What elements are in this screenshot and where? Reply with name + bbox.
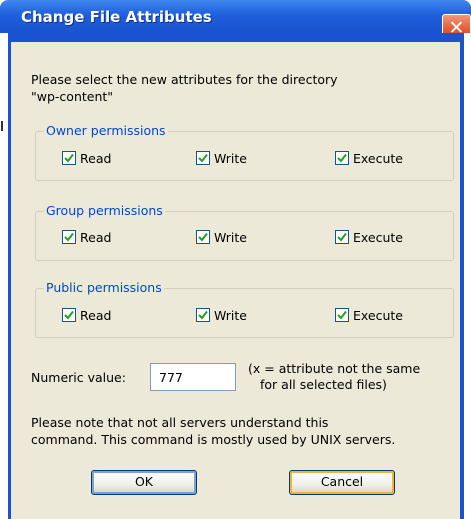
- checkmark-icon: [198, 232, 208, 242]
- group-permissions-legend: Group permissions: [44, 203, 165, 218]
- numeric-value-label: Numeric value:: [31, 370, 126, 385]
- public-permissions-legend: Public permissions: [44, 280, 164, 295]
- public-execute-label[interactable]: Execute: [353, 308, 403, 323]
- owner-execute-checkbox[interactable]: [335, 151, 349, 165]
- checkmark-icon: [337, 232, 347, 242]
- public-write-checkbox[interactable]: [196, 308, 210, 322]
- ok-button[interactable]: OK: [91, 470, 197, 495]
- numeric-note-line-1: (x = attribute not the same: [248, 361, 421, 376]
- public-read-checkbox[interactable]: [62, 308, 76, 322]
- checkmark-icon: [64, 153, 74, 163]
- numeric-value-text: 777: [159, 370, 183, 385]
- dialog-title: Change File Attributes: [21, 8, 212, 26]
- public-read-label[interactable]: Read: [80, 308, 111, 323]
- numeric-value-input[interactable]: 777: [150, 363, 236, 391]
- owner-write-label[interactable]: Write: [214, 151, 247, 166]
- public-execute-checkbox[interactable]: [335, 308, 349, 322]
- edge-mark: [1, 121, 3, 131]
- group-execute-checkbox[interactable]: [335, 230, 349, 244]
- checkmark-icon: [337, 310, 347, 320]
- owner-permissions-legend: Owner permissions: [44, 123, 168, 138]
- checkmark-icon: [64, 310, 74, 320]
- intro-line-1: Please select the new attributes for the…: [31, 72, 338, 87]
- group-read-checkbox[interactable]: [62, 230, 76, 244]
- checkmark-icon: [337, 153, 347, 163]
- title-bar[interactable]: Change File Attributes: [0, 0, 471, 33]
- footer-note-line-2: command. This command is mostly used by …: [31, 432, 396, 447]
- owner-read-label[interactable]: Read: [80, 151, 111, 166]
- checkmark-icon: [198, 153, 208, 163]
- group-execute-label[interactable]: Execute: [353, 230, 403, 245]
- dialog-window: Change File Attributes ✕ Please select t…: [0, 0, 471, 519]
- group-write-checkbox[interactable]: [196, 230, 210, 244]
- footer-note-line-1: Please note that not all servers underst…: [31, 415, 329, 430]
- frame-top: [8, 33, 464, 42]
- owner-read-checkbox[interactable]: [62, 151, 76, 165]
- numeric-note-line-2: for all selected files): [260, 377, 387, 392]
- cancel-button[interactable]: Cancel: [289, 470, 395, 495]
- public-write-label[interactable]: Write: [214, 308, 247, 323]
- owner-write-checkbox[interactable]: [196, 151, 210, 165]
- owner-execute-label[interactable]: Execute: [353, 151, 403, 166]
- right-page-edge: [464, 33, 471, 519]
- group-write-label[interactable]: Write: [214, 230, 247, 245]
- group-read-label[interactable]: Read: [80, 230, 111, 245]
- checkmark-icon: [64, 232, 74, 242]
- intro-line-2: "wp-content": [31, 89, 114, 104]
- checkmark-icon: [198, 310, 208, 320]
